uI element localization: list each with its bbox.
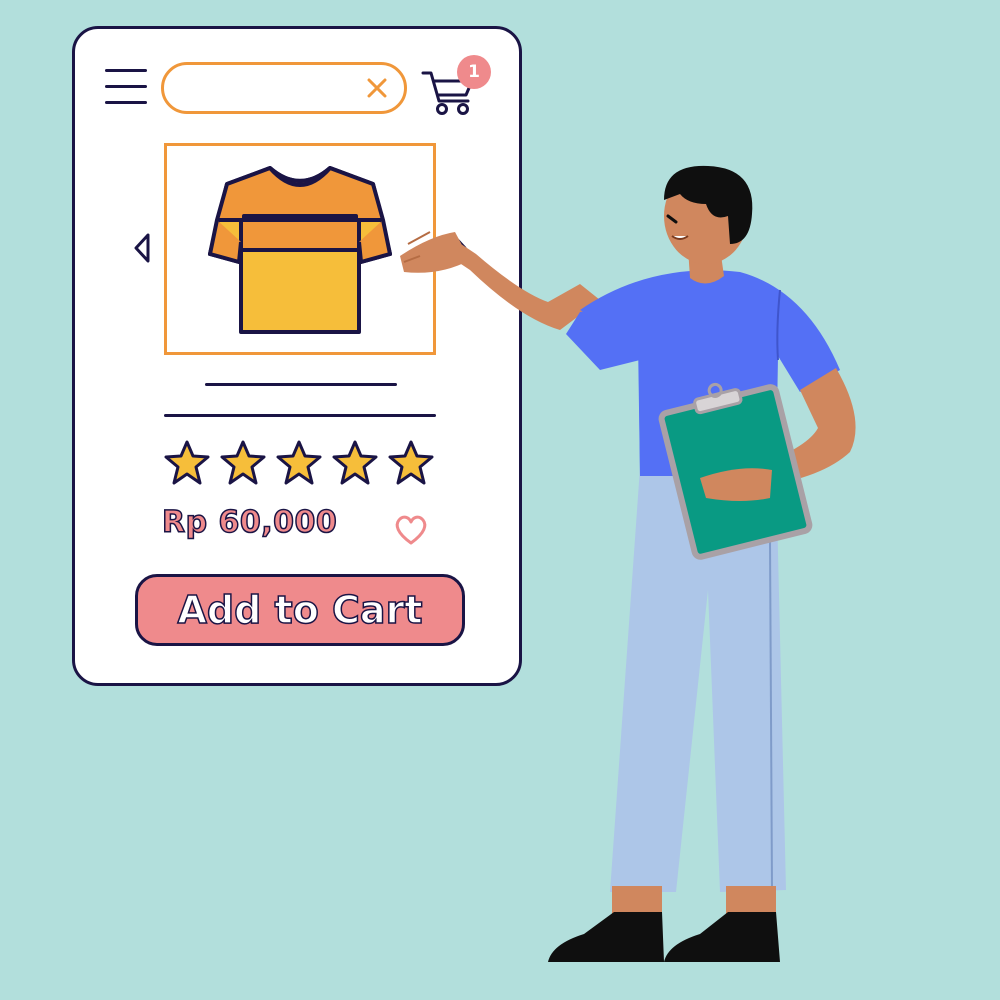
chevron-left-icon[interactable]: [130, 231, 154, 265]
hamburger-menu-icon[interactable]: [105, 67, 147, 107]
star-icon: [164, 440, 210, 485]
cart-count-badge: 1: [457, 55, 491, 89]
search-input[interactable]: [184, 73, 358, 105]
person-illustration: [400, 165, 856, 962]
close-x-icon[interactable]: [364, 75, 390, 101]
title-placeholder-line: [205, 383, 397, 386]
t-shirt-image: [208, 166, 392, 334]
star-icon: [276, 440, 322, 485]
star-icon: [220, 440, 266, 485]
search-bar[interactable]: [161, 62, 407, 114]
product-price: Rp 60,000: [161, 504, 338, 541]
star-icon: [332, 440, 378, 485]
